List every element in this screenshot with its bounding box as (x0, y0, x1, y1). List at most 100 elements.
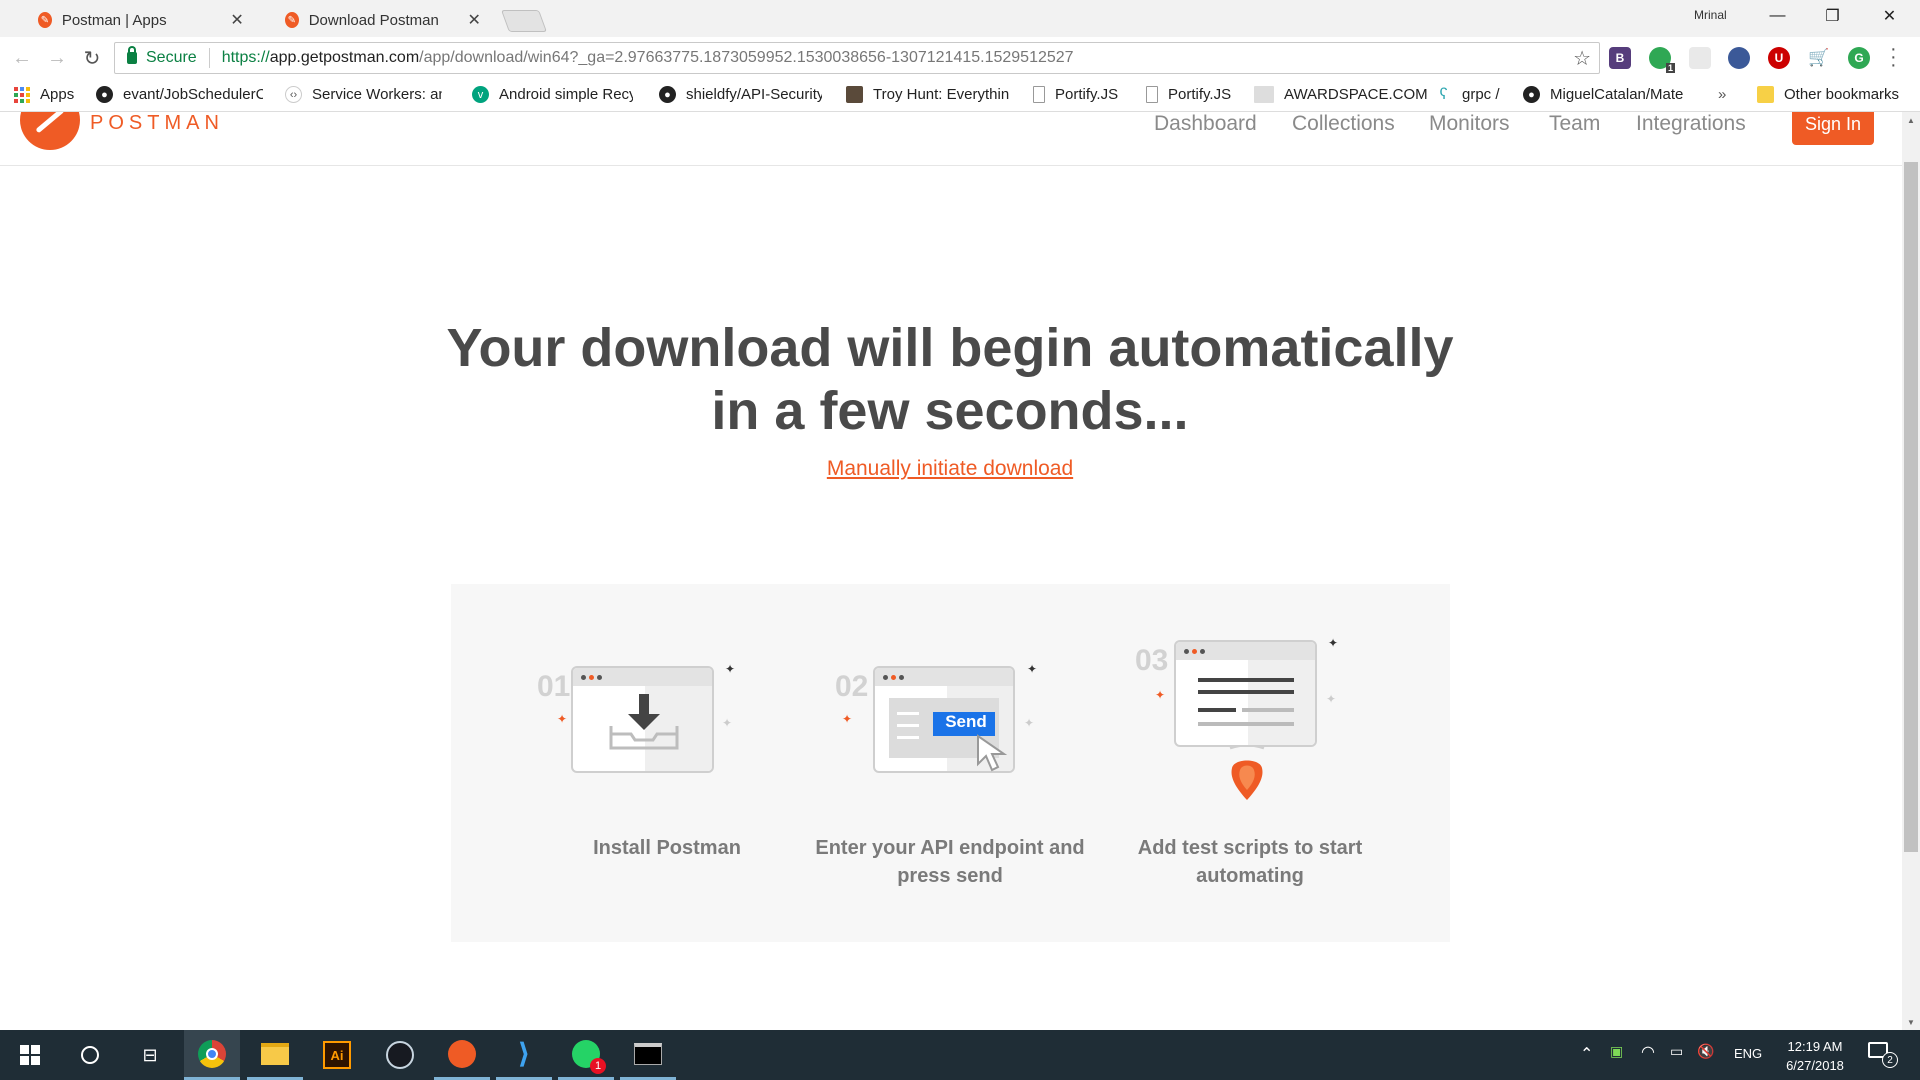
taskbar-file-explorer[interactable] (247, 1030, 303, 1080)
page-scrollbar[interactable]: ▲ ▼ (1902, 112, 1920, 1030)
cart-icon[interactable]: 🛒 (1808, 47, 1830, 69)
minimize-button[interactable]: — (1750, 0, 1805, 32)
step-caption: Install Postman (593, 837, 741, 859)
clock-time: 12:19 AM (1787, 1039, 1843, 1054)
vine-icon: v (472, 86, 489, 103)
address-bar[interactable]: Secure https:// app.getpostman.com /app/… (114, 42, 1600, 74)
tab-title: Postman | Apps (61, 11, 167, 29)
battery-icon[interactable]: ▭ (1670, 1043, 1683, 1060)
page-icon (1033, 86, 1045, 103)
tray-chevron-icon[interactable]: ⌃ (1580, 1044, 1593, 1064)
bookmark-item[interactable]: v Android simple Recy (472, 86, 633, 103)
scroll-down-icon[interactable]: ▼ (1902, 1014, 1920, 1030)
bootstrap-extension-icon[interactable]: B (1609, 47, 1631, 69)
avatar-icon (846, 86, 863, 103)
taskbar-terminal[interactable] (620, 1030, 676, 1080)
bookmark-item[interactable]: ʕ grpc / (1435, 86, 1500, 103)
clock[interactable]: 12:19 AM 6/27/2018 (1770, 1037, 1860, 1075)
download-arrow-icon (609, 686, 712, 771)
ublock-icon[interactable]: U (1768, 47, 1790, 69)
test-scripts-illustration (1174, 640, 1317, 747)
manual-download-link[interactable]: Manually initiate download (0, 457, 1900, 481)
chrome-menu-icon[interactable]: · · · (1890, 39, 1897, 75)
bookmark-star-icon[interactable]: ☆ (1573, 46, 1591, 71)
taskbar-steam[interactable] (372, 1030, 428, 1080)
step-caption: Enter your API endpoint and press send (815, 837, 1085, 887)
hero-line-2: in a few seconds... (711, 381, 1189, 441)
manual-download-link-text[interactable]: Manually initiate download (827, 457, 1073, 480)
step-caption: Add test scripts to start automating (1137, 837, 1363, 887)
start-button[interactable] (2, 1030, 58, 1080)
postman-logo-text[interactable]: POSTMAN (90, 112, 224, 135)
close-icon[interactable]: ✕ (230, 10, 244, 30)
steam-icon (386, 1041, 414, 1069)
bookmark-item[interactable]: AWARDSPACE.COM (1254, 86, 1428, 103)
taskbar-postman[interactable] (434, 1030, 490, 1080)
profile-name[interactable]: Mrinal (1694, 8, 1727, 22)
rocket-launch-icon (1229, 746, 1265, 800)
grammarly-icon[interactable]: G (1848, 47, 1870, 69)
bookmarks-overflow-button[interactable]: » (1718, 86, 1726, 103)
browser-toolbar: ← → ↻ Secure https:// app.getpostman.com… (0, 37, 1920, 79)
page-icon (1146, 86, 1158, 103)
action-center-button[interactable]: 2 (1868, 1042, 1898, 1068)
nav-integrations[interactable]: Integrations (1636, 112, 1746, 136)
send-button-illustration: Send (945, 712, 987, 731)
clock-date: 6/27/2018 (1786, 1058, 1844, 1073)
bookmark-item[interactable]: Portify.JS (1033, 86, 1118, 103)
service-workers-icon: ‹› (285, 86, 302, 103)
taskbar-whatsapp[interactable]: 1 (558, 1030, 614, 1080)
extension-badge-icon[interactable]: 1 (1649, 47, 1675, 73)
reload-button[interactable]: ↻ (78, 44, 106, 72)
bookmark-item[interactable]: ● MiguelCatalan/Mate (1523, 86, 1686, 103)
bookmark-apps[interactable]: Apps (14, 86, 74, 103)
back-button[interactable]: ← (8, 44, 36, 72)
bookmark-item[interactable]: ● evant/JobSchedulerC (96, 86, 263, 103)
extension-grey-icon[interactable] (1689, 47, 1711, 69)
cortana-button[interactable] (62, 1030, 118, 1080)
volume-muted-icon[interactable]: 🔇 (1697, 1043, 1714, 1060)
browser-tab-strip: ✎ Postman | Apps ✕ ✎ Download Postman ✕ … (0, 0, 1920, 37)
grpc-icon: ʕ (1435, 86, 1452, 103)
extension-blocker-icon[interactable] (1728, 47, 1750, 69)
wifi-icon[interactable]: ◠ (1641, 1042, 1655, 1062)
whatsapp-icon: 1 (572, 1039, 606, 1074)
download-illustration (571, 666, 714, 773)
scroll-up-icon[interactable]: ▲ (1902, 112, 1920, 128)
sign-in-button[interactable]: Sign In (1792, 112, 1874, 145)
nav-monitors[interactable]: Monitors (1429, 112, 1510, 136)
tab-download-postman[interactable]: ✎ Download Postman ✕ (257, 3, 497, 37)
step-number: 02 (835, 670, 869, 703)
nav-team[interactable]: Team (1549, 112, 1600, 136)
postman-favicon-icon: ✎ (38, 12, 52, 28)
network-adapter-icon[interactable]: ▣ (1610, 1043, 1623, 1060)
nav-collections[interactable]: Collections (1292, 112, 1395, 136)
taskbar-chrome[interactable] (184, 1030, 240, 1080)
nav-dashboard[interactable]: Dashboard (1154, 112, 1257, 136)
postman-logo-icon[interactable] (20, 112, 80, 150)
restore-button[interactable]: ❐ (1805, 0, 1860, 32)
chrome-icon (198, 1039, 226, 1068)
vscode-icon: ⟩ (517, 1038, 531, 1069)
other-bookmarks[interactable]: Other bookmarks (1757, 86, 1899, 103)
folder-icon (261, 1042, 289, 1065)
close-window-button[interactable]: ✕ (1862, 0, 1917, 32)
new-tab-button[interactable] (500, 10, 548, 32)
secure-label: Secure (146, 49, 197, 66)
taskbar-vscode[interactable]: ⟩ (496, 1030, 552, 1080)
illustrator-icon: Ai (323, 1041, 351, 1069)
lock-icon (127, 46, 137, 64)
tab-postman-apps[interactable]: ✎ Postman | Apps ✕ (10, 3, 260, 37)
bookmark-item[interactable]: ● shieldfy/API-Security (659, 86, 822, 103)
scrollbar-thumb[interactable] (1904, 162, 1918, 852)
language-indicator[interactable]: ENG (1734, 1046, 1762, 1061)
forward-button[interactable]: → (43, 44, 71, 72)
steps-panel: 01 ✦ ✦ ✦ Install Postman 02 Send ✦ ✦ ✦ E… (451, 584, 1450, 942)
bookmark-item[interactable]: ‹› Service Workers: an I (285, 86, 442, 103)
close-icon[interactable]: ✕ (467, 10, 481, 30)
bookmark-item[interactable]: Portify.JS (1146, 86, 1231, 103)
task-view-button[interactable]: ⊟ (122, 1030, 178, 1080)
taskbar-illustrator[interactable]: Ai (309, 1030, 365, 1080)
search-circle-icon (81, 1046, 99, 1064)
bookmark-item[interactable]: Troy Hunt: Everything (846, 86, 1009, 103)
